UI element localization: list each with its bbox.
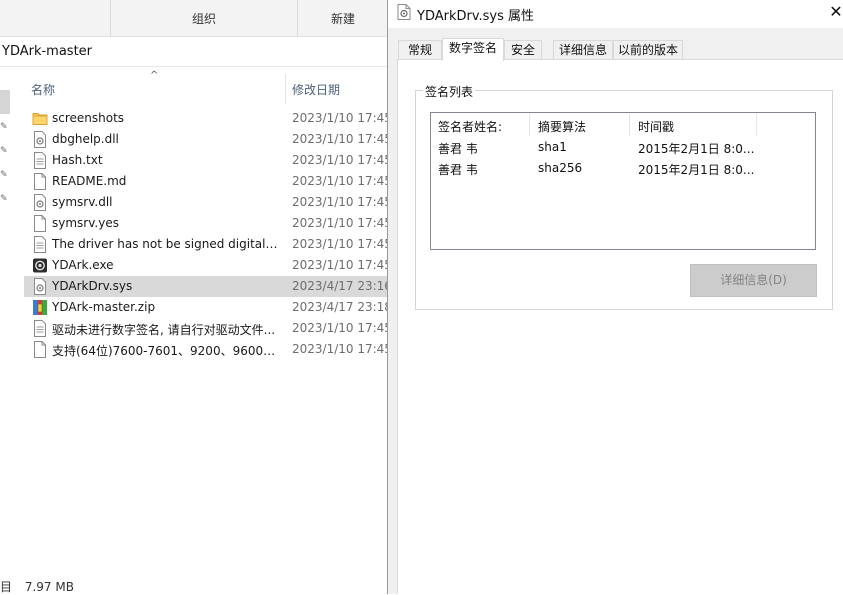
digital-signatures-panel: 签名列表 签名者姓名: 摘要算法 时间戳 善君 韦 sha1 2015年2月1日… [397, 59, 843, 594]
address-bar[interactable]: YDArk-master [0, 37, 388, 67]
close-icon[interactable]: ✕ [828, 2, 843, 22]
file-row[interactable]: YDArkDrv.sys 2023/4/17 23:16 [24, 276, 392, 297]
file-date-modified: 2023/1/10 17:45 [292, 342, 392, 356]
file-date-modified: 2023/4/17 23:18 [292, 300, 392, 314]
file-date-modified: 2023/1/10 17:45 [292, 237, 392, 251]
file-row[interactable]: 支持(64位)7600-7601、9200、9600、... 2023/1/10 … [24, 339, 392, 360]
file-date-modified: 2023/1/10 17:45 [292, 195, 392, 209]
file-name: 支持(64位)7600-7601、9200、9600、... [52, 344, 280, 358]
text-file-icon [32, 236, 48, 253]
text-file-icon [32, 152, 48, 169]
dll-file-icon [32, 131, 48, 148]
file-date-modified: 2023/1/10 17:45 [292, 111, 392, 125]
file-name: dbghelp.dll [52, 132, 119, 146]
file-name: README.md [52, 174, 127, 188]
signature-row[interactable]: 善君 韦 sha1 2015年2月1日 8:0... [431, 138, 815, 159]
file-date-modified: 2023/1/10 17:45 [292, 174, 392, 188]
tab-details[interactable]: 详细信息 [553, 40, 613, 60]
column-divider[interactable] [529, 114, 530, 136]
file-row[interactable]: screenshots 2023/1/10 17:45 [24, 108, 392, 129]
signer-name: 善君 韦 [438, 163, 478, 177]
status-item-count: 项目 [0, 580, 13, 594]
file-row[interactable]: symsrv.yes 2023/1/10 17:45 [24, 213, 392, 234]
signature-row[interactable]: 善君 韦 sha256 2015年2月1日 8:0... [431, 159, 815, 180]
list-header-timestamp[interactable]: 时间戳 [638, 118, 674, 135]
pin-icon: ✎ [0, 170, 8, 180]
file-name: screenshots [52, 111, 125, 125]
dialog-title: YDArkDrv.sys 属性 [417, 9, 535, 24]
tab-general[interactable]: 常规 [398, 40, 442, 60]
tab-previous-versions[interactable]: 以前的版本 [613, 40, 683, 60]
sys-file-icon [397, 4, 411, 20]
file-name: The driver has not be signed digitally… [52, 237, 280, 251]
file-name: YDArk-master.zip [52, 300, 156, 314]
file-row[interactable]: dbghelp.dll 2023/1/10 17:45 [24, 129, 392, 150]
pin-icon: ✎ [0, 146, 8, 156]
signature-list[interactable]: 签名者姓名: 摘要算法 时间戳 善君 韦 sha1 2015年2月1日 8:0.… [430, 112, 816, 250]
file-row[interactable]: symsrv.dll 2023/1/10 17:45 [24, 192, 392, 213]
file-date-modified: 2023/1/10 17:45 [292, 132, 392, 146]
file-row[interactable]: The driver has not be signed digitally… 2… [24, 234, 392, 255]
status-selected-size: 7.97 MB [24, 580, 74, 594]
file-name: 驱动未进行数字签名, 请自行对驱动文件... [52, 323, 276, 337]
tab-security[interactable]: 安全 [504, 40, 542, 60]
zip-archive-icon [32, 299, 48, 316]
folder-icon [32, 110, 48, 127]
sort-ascending-icon: ^ [150, 70, 159, 81]
column-header: ^ 名称 修改日期 [24, 68, 388, 108]
column-name-header[interactable]: 名称 [31, 81, 55, 98]
signature-list-label: 签名列表 [423, 83, 476, 100]
tab-digital-signatures[interactable]: 数字签名 [442, 38, 504, 61]
file-row[interactable]: YDArk-master.zip 2023/4/17 23:18 [24, 297, 392, 318]
digest-algorithm: sha256 [538, 161, 583, 175]
ribbon: 组织 新建 [0, 0, 388, 37]
file-row[interactable]: README.md 2023/1/10 17:45 [24, 171, 392, 192]
navigation-pane-selection[interactable] [0, 90, 10, 114]
file-date-modified: 2023/1/10 17:45 [292, 153, 392, 167]
file-explorer-window: 组织 新建 YDArk-master ✎ ✎ ✎ ✎ ^ 名称 修改日期 scr… [0, 0, 392, 595]
list-header-signer[interactable]: 签名者姓名: [438, 118, 502, 135]
exe-icon [32, 257, 48, 274]
column-date-header[interactable]: 修改日期 [292, 81, 340, 98]
file-name: symsrv.yes [52, 216, 119, 230]
ribbon-group-organize[interactable]: 组织 [110, 0, 297, 37]
details-button[interactable]: 详细信息(D) [690, 264, 817, 297]
signature-list-group: 签名列表 签名者姓名: 摘要算法 时间戳 善君 韦 sha1 2015年2月1日… [415, 83, 833, 310]
file-date-modified: 2023/1/10 17:45 [292, 321, 392, 335]
file-row[interactable]: YDArk.exe 2023/1/10 17:45 [24, 255, 392, 276]
dialog-titlebar[interactable]: YDArkDrv.sys 属性 ✕ [388, 0, 843, 28]
digest-algorithm: sha1 [538, 140, 567, 154]
file-date-modified: 2023/1/10 17:45 [292, 258, 392, 272]
column-divider[interactable] [756, 114, 757, 136]
sys-file-icon [32, 278, 48, 295]
signature-timestamp: 2015年2月1日 8:0... [638, 163, 755, 177]
dialog-body: 常规 数字签名 安全 详细信息 以前的版本 签名列表 签名者姓名: 摘要算法 时… [388, 28, 843, 594]
signature-timestamp: 2015年2月1日 8:0... [638, 142, 755, 156]
document-icon [32, 341, 48, 358]
file-list: screenshots 2023/1/10 17:45 dbghelp.dll 202… [24, 108, 392, 360]
file-row[interactable]: Hash.txt 2023/1/10 17:45 [24, 150, 392, 171]
document-icon [32, 173, 48, 190]
file-name: symsrv.dll [52, 195, 113, 209]
column-divider[interactable] [629, 114, 630, 136]
file-row[interactable]: 驱动未进行数字签名, 请自行对驱动文件... 2023/1/10 17:45 [24, 318, 392, 339]
file-date-modified: 2023/1/10 17:45 [292, 216, 392, 230]
pin-icon: ✎ [0, 194, 8, 204]
pin-icon: ✎ [0, 122, 8, 132]
file-name: YDArkDrv.sys [52, 279, 133, 293]
document-icon [32, 215, 48, 232]
file-name: YDArk.exe [52, 258, 114, 272]
ribbon-group-new[interactable]: 新建 [297, 0, 388, 37]
list-header-digest[interactable]: 摘要算法 [538, 118, 586, 135]
text-file-icon [32, 320, 48, 337]
properties-dialog: YDArkDrv.sys 属性 ✕ 常规 数字签名 安全 详细信息 以前的版本 … [387, 0, 843, 594]
dll-file-icon [32, 194, 48, 211]
file-date-modified: 2023/4/17 23:16 [292, 279, 392, 293]
status-bar: 项目 7.97 MB [0, 578, 74, 595]
signer-name: 善君 韦 [438, 142, 478, 156]
file-name: Hash.txt [52, 153, 103, 167]
column-divider[interactable] [285, 74, 286, 104]
